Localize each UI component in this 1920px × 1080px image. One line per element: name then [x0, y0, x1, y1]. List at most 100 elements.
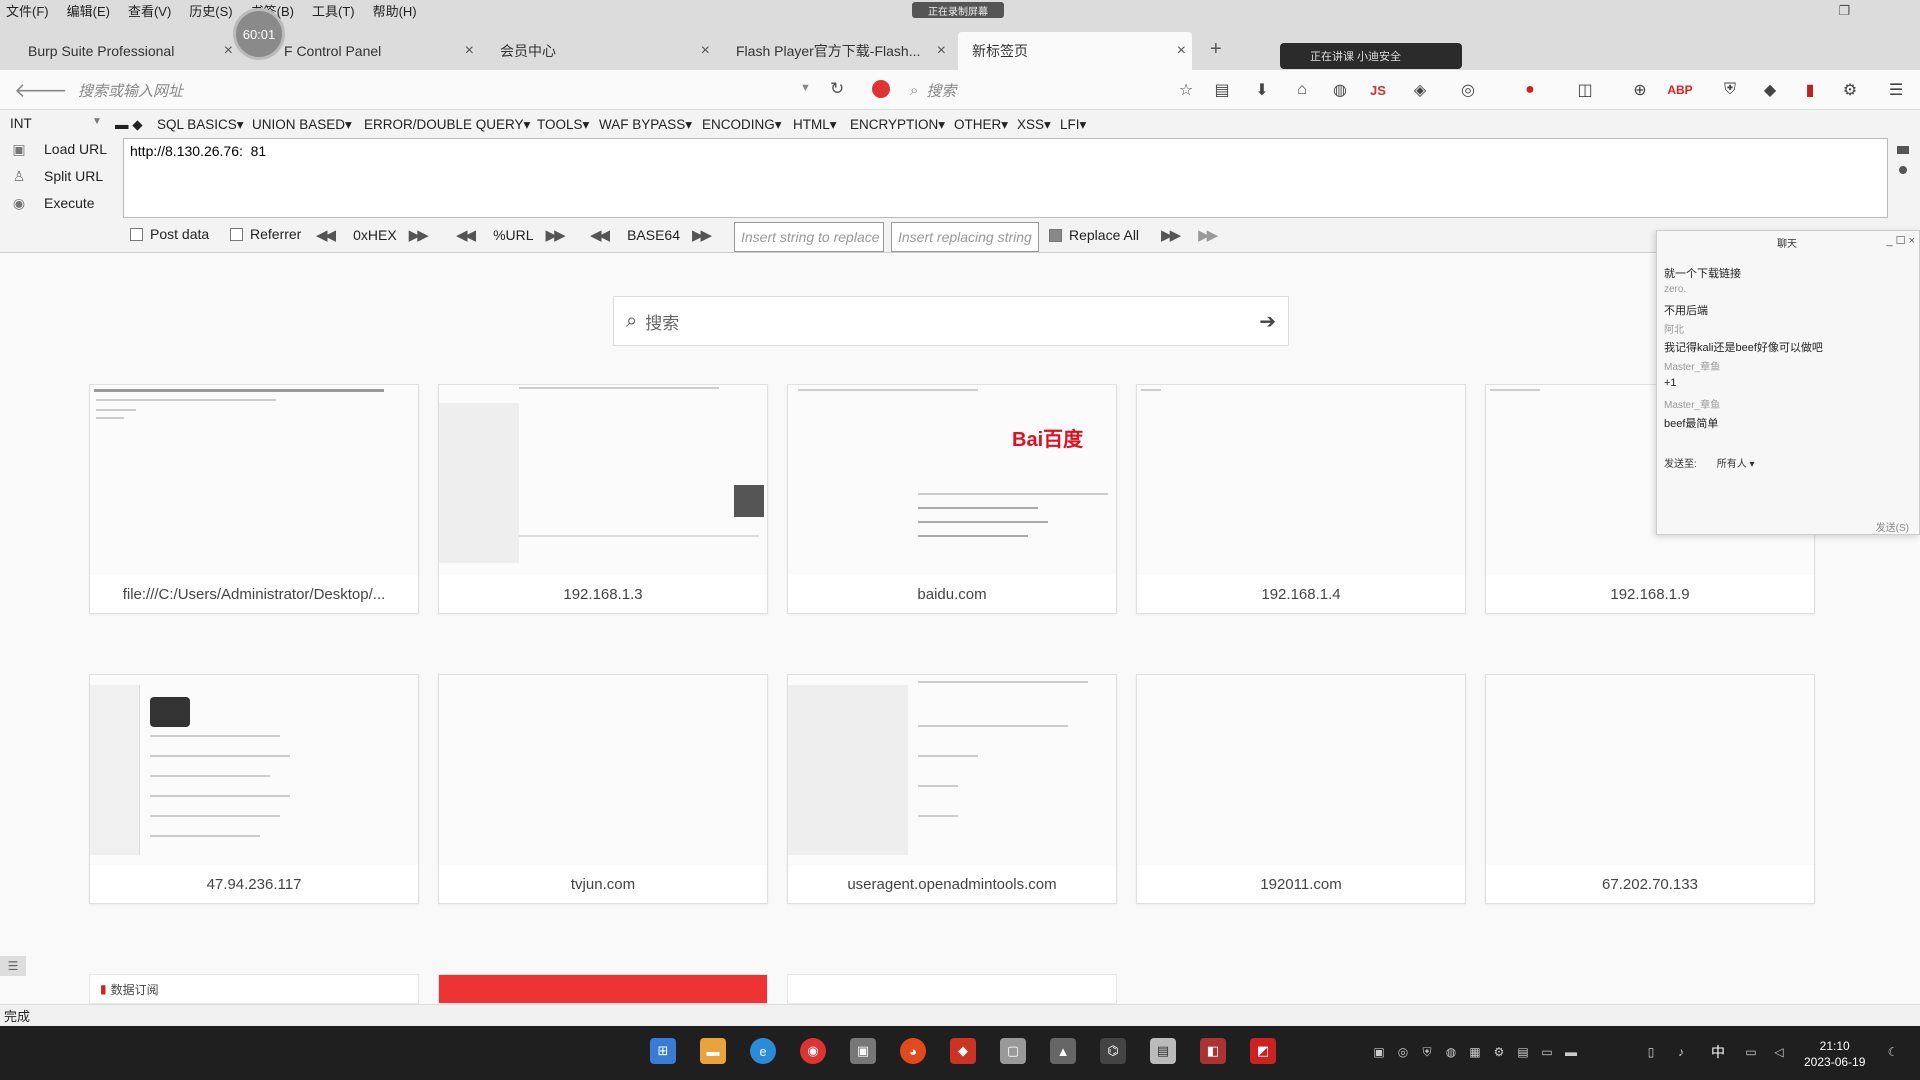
hex-encode-icon[interactable]: ▶▶	[409, 226, 429, 244]
close-icon[interactable]: _ ☐ ×	[1886, 234, 1915, 247]
settings-gear-icon[interactable]: ⚙	[1840, 80, 1860, 100]
referrer-checkbox[interactable]	[230, 227, 243, 241]
close-icon[interactable]: ×	[701, 42, 710, 60]
bookmark-star-icon[interactable]: ☆	[1176, 80, 1196, 100]
sidebar-icon[interactable]: ◫	[1575, 80, 1595, 100]
stop-icon[interactable]	[872, 80, 890, 98]
tab-control-panel[interactable]: F Control Panel ×	[270, 32, 480, 70]
tray-settings-icon[interactable]: ⚙	[1492, 1045, 1506, 1059]
menu-history[interactable]: 历史(S)	[189, 1, 232, 20]
chevron-down-icon[interactable]: ▼	[800, 82, 811, 94]
replace-string-input[interactable]: Insert string to replace	[734, 222, 884, 252]
tray-chat-icon[interactable]: ◍	[1444, 1045, 1458, 1059]
close-icon[interactable]: ×	[465, 42, 474, 60]
tray-doc-icon[interactable]: ▤	[1516, 1045, 1530, 1059]
close-icon[interactable]: ×	[937, 42, 946, 60]
tile-partial-red[interactable]	[438, 974, 768, 1004]
sidebar-toggle-icon[interactable]: ☰	[0, 956, 26, 976]
replace-next-icon[interactable]: ▶▶	[1161, 226, 1181, 244]
tile-192-168-1-3[interactable]: 192.168.1.3	[438, 384, 768, 614]
tile-local-file[interactable]: file:///C:/Users/Administrator/Desktop/.…	[89, 384, 419, 614]
volume-icon[interactable]: ◁	[1772, 1045, 1786, 1059]
menu-encryption[interactable]: ENCRYPTION▾	[850, 117, 945, 133]
replace-all-button[interactable]: Replace All ▶▶ ▶▶	[1049, 226, 1218, 244]
type-select[interactable]: INT ▼	[10, 116, 106, 131]
proxy-icon[interactable]: ●	[1520, 80, 1540, 100]
image-viewer-icon[interactable]: ▲	[1050, 1038, 1076, 1064]
adblock-icon[interactable]: ABP	[1667, 80, 1692, 100]
scroll-down-icon[interactable]	[1899, 166, 1907, 174]
menu-tools[interactable]: TOOLS▾	[537, 117, 589, 133]
tile-67-202-70-133[interactable]: 67.202.70.133	[1485, 674, 1815, 904]
menu-file[interactable]: 文件(F)	[6, 1, 49, 20]
battery-icon[interactable]: ▯	[1644, 1045, 1658, 1059]
arrow-right-icon[interactable]: ➔	[1259, 309, 1276, 334]
javascript-icon[interactable]: JS	[1368, 80, 1388, 100]
send-to-select[interactable]: 所有人 ▾	[1717, 455, 1755, 470]
menu-other[interactable]: OTHER▾	[954, 117, 1008, 133]
terminal-icon[interactable]: ▣	[850, 1038, 876, 1064]
app-red-icon[interactable]: ◧	[1200, 1038, 1226, 1064]
menu-union-based[interactable]: UNION BASED▾	[252, 117, 352, 133]
menu-edit[interactable]: 编辑(E)	[67, 1, 110, 20]
scroll-up-icon[interactable]	[1897, 146, 1909, 154]
zoom-icon[interactable]: ⊕	[1630, 80, 1650, 100]
tile-partial-subscription[interactable]: ▮ 数据订阅	[89, 974, 419, 1004]
tray-window-icon[interactable]: ▭	[1540, 1045, 1554, 1059]
hex-decode-icon[interactable]: ◀◀	[316, 226, 336, 244]
reload-icon[interactable]: ↻	[830, 79, 844, 99]
burp-icon[interactable]: ◆	[950, 1038, 976, 1064]
url-encode-icon[interactable]: ▶▶	[546, 226, 566, 244]
microphone-icon[interactable]: ♪	[1674, 1045, 1688, 1059]
menu-sql-basics[interactable]: SQL BASICS▾	[157, 117, 244, 133]
search-input[interactable]: ⌕ 搜索	[910, 76, 1160, 104]
package-icon[interactable]: ▢	[1000, 1038, 1026, 1064]
window-restore-icon[interactable]: ❐	[1838, 3, 1850, 19]
post-data-toggle[interactable]: Post data	[130, 226, 209, 242]
tray-app-icon[interactable]: ▣	[1372, 1045, 1386, 1059]
network-icon[interactable]: ▭	[1744, 1045, 1758, 1059]
firefox-icon[interactable]: ◕	[900, 1038, 926, 1064]
send-button[interactable]: 发送(S)	[1876, 519, 1909, 534]
ntp-search-input[interactable]: ⌕ 搜索 ➔	[613, 296, 1289, 346]
home-icon[interactable]: ⌂	[1292, 80, 1312, 100]
input-method-indicator[interactable]: 中	[1711, 1042, 1725, 1062]
base64-decode-icon[interactable]: ◀◀	[590, 226, 610, 244]
base64-encode-icon[interactable]: ▶▶	[692, 226, 712, 244]
load-url-button[interactable]: ▣ Load URL	[10, 140, 107, 158]
download-icon[interactable]: ⬇	[1252, 80, 1272, 100]
menu-encoding[interactable]: ENCODING▾	[702, 117, 782, 133]
puzzle-icon[interactable]: ◆	[1760, 80, 1780, 100]
close-icon[interactable]: ×	[1177, 42, 1186, 60]
new-tab-button[interactable]: +	[1210, 38, 1222, 61]
menu-tools[interactable]: 工具(T)	[312, 1, 355, 20]
system-clock[interactable]: 21:10 2023-06-19	[1804, 1038, 1865, 1070]
file-explorer-icon[interactable]: ▬	[700, 1038, 726, 1064]
url-textarea[interactable]	[123, 138, 1888, 218]
tile-useragent[interactable]: useragent.openadmintools.com	[787, 674, 1117, 904]
menu-xss[interactable]: XSS▾	[1017, 117, 1051, 133]
hamburger-menu-icon[interactable]: ☰	[1886, 80, 1906, 100]
extension-icon[interactable]: ◈	[1410, 80, 1430, 100]
tray-box-icon[interactable]: ▦	[1468, 1045, 1482, 1059]
menu-help[interactable]: 帮助(H)	[373, 1, 417, 20]
menu-error-double-query[interactable]: ERROR/DOUBLE QUERY▾	[364, 117, 530, 133]
tile-192011[interactable]: 192011.com	[1136, 674, 1466, 904]
menu-view[interactable]: 查看(V)	[128, 1, 171, 20]
document-icon[interactable]: ▤	[1150, 1038, 1176, 1064]
address-input[interactable]: 搜索或输入网址	[50, 76, 850, 104]
globe-icon[interactable]: ◍	[1330, 80, 1350, 100]
tray-camera-icon[interactable]: ◎	[1396, 1045, 1410, 1059]
tile-192-168-1-4[interactable]: 192.168.1.4	[1136, 384, 1466, 614]
tile-baidu[interactable]: Bai百度 baidu.com	[787, 384, 1117, 614]
menu-lfi[interactable]: LFI▾	[1060, 117, 1086, 133]
execute-button[interactable]: ◉ Execute	[10, 194, 95, 212]
split-url-button[interactable]: ♙ Split URL	[10, 167, 103, 185]
tab-burp[interactable]: Burp Suite Professional ×	[14, 32, 239, 70]
tab-flash-player[interactable]: Flash Player官方下载-Flash... ×	[722, 32, 952, 70]
menu-waf-bypass[interactable]: WAF BYPASS▾	[599, 117, 692, 133]
tab-new-tab[interactable]: 新标签页 ×	[958, 32, 1192, 70]
start-icon[interactable]: ⊞	[650, 1038, 676, 1064]
book-icon[interactable]: ▮	[1800, 80, 1820, 100]
tab-member-center[interactable]: 会员中心 ×	[486, 32, 716, 70]
